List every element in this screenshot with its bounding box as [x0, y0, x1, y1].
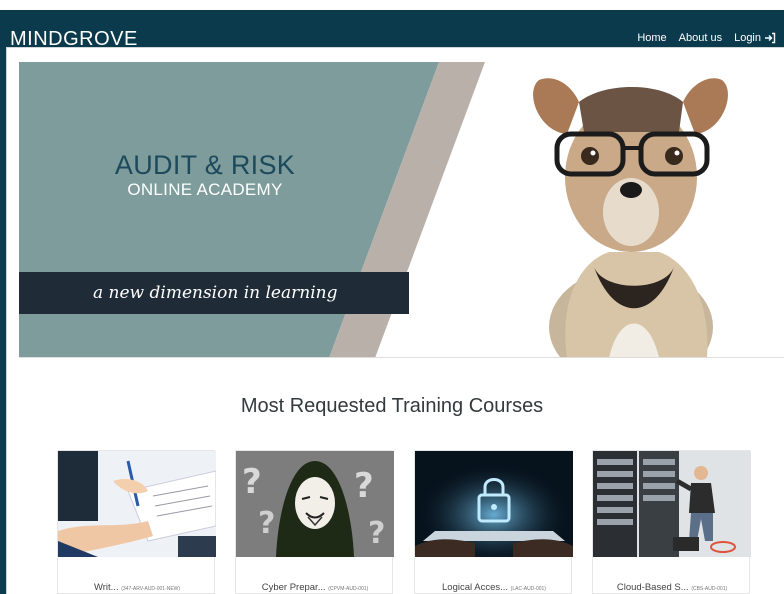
course-name-4: Cloud-Based S...	[616, 582, 689, 593]
course-name-3: Logical Acces...	[442, 582, 509, 593]
svg-text:?: ?	[354, 466, 374, 506]
hero-banner: AUDIT & RISK ONLINE ACADEMY a new dimens…	[19, 62, 784, 358]
course-card-4[interactable]: Cloud-Based S... (CBS-AUD-001)	[592, 450, 751, 594]
course-thumbnail-2: ? ? ? ?	[236, 451, 394, 557]
course-card-2[interactable]: ? ? ? ? Cyber Prepar... (CPVM-AUD-001)	[235, 450, 394, 594]
nav-home-link[interactable]: Home	[637, 32, 666, 44]
svg-text:?: ?	[258, 506, 275, 541]
svg-text:?: ?	[242, 462, 262, 502]
course-thumbnail-1	[58, 451, 216, 557]
course-name-1: Writ...	[93, 582, 119, 593]
nav-links: Home About us Login	[637, 32, 776, 44]
section-title: Most Requested Training Courses	[240, 395, 544, 417]
course-caption-3: Logical Acces... (LAC-AUD-001)	[415, 582, 573, 593]
course-caption-4: Cloud-Based S... (CBS-AUD-001)	[593, 582, 751, 593]
course-code-3: (LAC-AUD-001)	[510, 586, 546, 592]
hero-title: AUDIT & RISK	[114, 150, 296, 180]
hero-subtitle: ONLINE ACADEMY	[127, 180, 283, 199]
course-code-4: (CBS-AUD-001)	[691, 586, 728, 592]
brand-logo[interactable]: MINDGROVE	[10, 29, 138, 49]
nav-login-label: Login	[734, 32, 761, 44]
hero-tagline: a new dimension in learning	[93, 283, 338, 303]
course-card-1[interactable]: Writ... (347-ARV-AUD-001-NEW)	[57, 450, 216, 594]
course-name-2: Cyber Prepar...	[261, 582, 326, 593]
course-code-1: (347-ARV-AUD-001-NEW)	[121, 586, 181, 592]
nav-login-link[interactable]: Login	[734, 32, 776, 44]
course-card-3[interactable]: Logical Acces... (LAC-AUD-001)	[414, 450, 573, 594]
course-caption-1: Writ... (347-ARV-AUD-001-NEW)	[58, 582, 216, 593]
course-caption-2: Cyber Prepar... (CPVM-AUD-001)	[236, 582, 394, 593]
svg-text:?: ?	[368, 516, 385, 551]
course-code-2: (CPVM-AUD-001)	[328, 586, 369, 592]
nav-about-link[interactable]: About us	[679, 32, 722, 44]
login-icon	[765, 32, 776, 44]
top-navbar: MINDGROVE Home About us Login	[0, 0, 784, 49]
course-thumbnail-4	[593, 451, 751, 557]
course-thumbnail-3	[415, 451, 573, 557]
